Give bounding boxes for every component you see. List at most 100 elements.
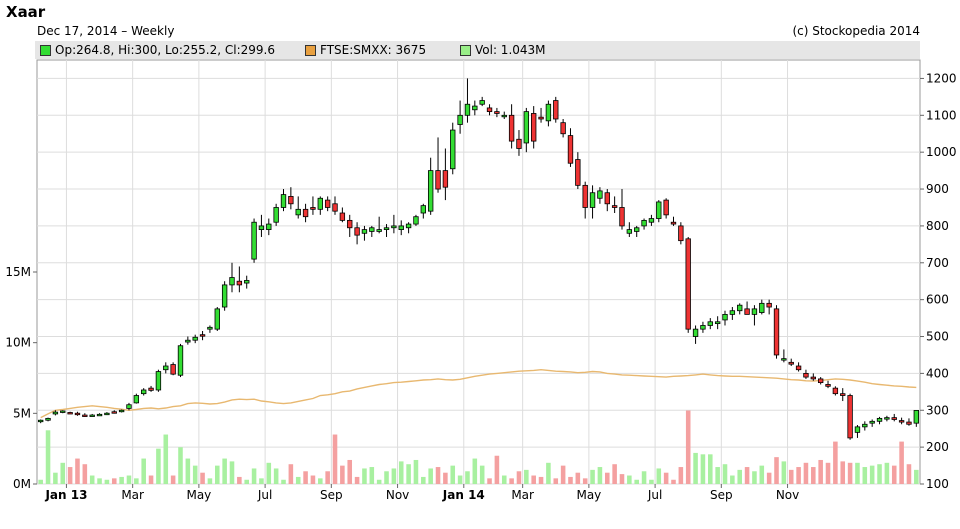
volume-bar bbox=[178, 447, 183, 484]
x-tick-label: Nov bbox=[776, 488, 799, 502]
candle-body bbox=[391, 225, 397, 229]
candle-body bbox=[751, 308, 758, 315]
candle-body bbox=[60, 410, 66, 413]
candle-body bbox=[369, 227, 375, 232]
candle-body bbox=[611, 205, 618, 208]
volume-bar bbox=[295, 476, 301, 484]
price-tick-label: 400 bbox=[926, 366, 949, 380]
volume-bar bbox=[693, 452, 698, 484]
volume-bar bbox=[516, 471, 522, 484]
volume-bar bbox=[435, 467, 441, 484]
volume-bar bbox=[546, 462, 551, 484]
volume-bar bbox=[89, 475, 95, 484]
volume-bar bbox=[671, 479, 676, 484]
volume-bar bbox=[340, 465, 345, 484]
candle-body bbox=[170, 364, 176, 375]
x-tick-label: Mar bbox=[121, 488, 144, 502]
volume-bar bbox=[884, 462, 890, 484]
x-tick-label: Jan 13 bbox=[44, 488, 87, 502]
volume-bar bbox=[443, 472, 448, 484]
candle-body bbox=[670, 221, 677, 225]
volume-bar bbox=[376, 479, 382, 484]
candle-body bbox=[464, 103, 471, 116]
candle-body bbox=[177, 345, 184, 376]
candle-body bbox=[479, 100, 485, 105]
volume-bar bbox=[303, 471, 308, 484]
volume-bar bbox=[207, 478, 213, 484]
volume-bar bbox=[891, 465, 897, 484]
volume-bar bbox=[465, 471, 470, 484]
volume-bar bbox=[38, 479, 43, 484]
volume-bar bbox=[229, 461, 235, 484]
candle-body bbox=[111, 411, 117, 414]
volume-bar bbox=[384, 471, 389, 484]
candle-body bbox=[155, 371, 162, 391]
candle-body bbox=[560, 122, 566, 135]
volume-bar bbox=[67, 467, 73, 484]
candle-body bbox=[641, 219, 647, 227]
candle-body bbox=[141, 389, 147, 395]
volume-bar bbox=[53, 472, 58, 484]
candle-body bbox=[678, 225, 684, 242]
volume-bar bbox=[759, 465, 765, 484]
candle-body bbox=[722, 313, 728, 321]
volume-bar bbox=[803, 462, 809, 484]
candle-body bbox=[339, 212, 346, 221]
volume-bar bbox=[222, 458, 227, 484]
candle-body bbox=[472, 105, 478, 111]
price-tick-label: 1000 bbox=[926, 145, 957, 159]
volume-bar bbox=[833, 441, 838, 484]
candle bbox=[177, 343, 184, 378]
candle-body bbox=[737, 304, 743, 312]
candle-body bbox=[427, 170, 434, 212]
volume-bar bbox=[788, 469, 794, 484]
volume-bar bbox=[899, 441, 904, 484]
volume-bar bbox=[766, 472, 772, 484]
volume-bar bbox=[428, 468, 433, 484]
candle bbox=[155, 369, 162, 392]
candle-body bbox=[582, 184, 588, 208]
candle-body bbox=[74, 412, 81, 416]
volume-bar bbox=[450, 465, 456, 484]
volume-bar bbox=[82, 464, 88, 484]
volume-bar bbox=[774, 457, 779, 484]
candle-body bbox=[295, 208, 301, 216]
candle-body bbox=[634, 227, 640, 232]
volume-bar bbox=[869, 465, 875, 484]
candle-body bbox=[891, 417, 897, 420]
candle-body bbox=[656, 201, 662, 219]
candle bbox=[450, 122, 456, 175]
volume-bar bbox=[60, 462, 66, 484]
candle-body bbox=[67, 412, 73, 415]
candle-body bbox=[229, 277, 235, 286]
x-tick-label: Jan 14 bbox=[442, 488, 485, 502]
candle-body bbox=[803, 372, 809, 378]
candle-body bbox=[361, 229, 368, 234]
volume-bar bbox=[266, 462, 272, 484]
x-tick-label: May bbox=[576, 488, 601, 502]
price-tick-label: 700 bbox=[926, 256, 949, 270]
candle-body bbox=[766, 302, 772, 308]
volume-bar bbox=[524, 469, 529, 484]
candle-body bbox=[192, 336, 198, 341]
candle-body bbox=[302, 208, 309, 218]
price-chart: 100 200 300 400 500 600 700 800 900 1000 1100 1200 0… bbox=[5, 59, 957, 502]
volume-bar bbox=[737, 469, 743, 484]
candle-body bbox=[310, 207, 316, 210]
candle bbox=[118, 409, 125, 413]
volume-bar bbox=[398, 461, 404, 484]
volume-bar bbox=[730, 475, 735, 484]
candle-body bbox=[96, 413, 103, 417]
candle-body bbox=[185, 339, 191, 343]
candle-body bbox=[324, 199, 331, 208]
price-tick-label: 900 bbox=[926, 182, 949, 196]
volume-bar bbox=[649, 479, 654, 484]
volume-bar bbox=[391, 468, 397, 484]
volume-bar bbox=[847, 462, 853, 484]
volume-bar bbox=[413, 459, 419, 484]
candle-body bbox=[89, 414, 95, 417]
volume-bar bbox=[700, 454, 706, 484]
candle-body bbox=[707, 321, 713, 326]
candle-body bbox=[332, 203, 338, 212]
candle-body bbox=[435, 170, 441, 190]
